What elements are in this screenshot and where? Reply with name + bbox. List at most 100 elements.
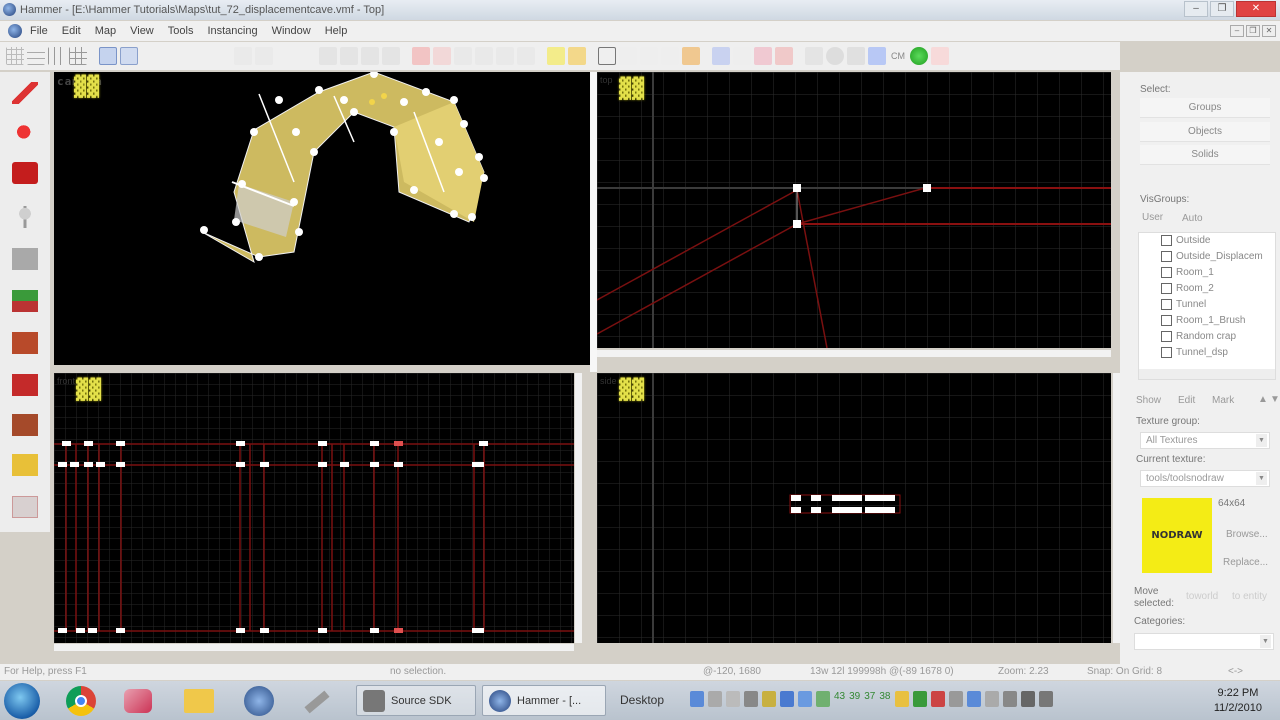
clip-icon[interactable]: [454, 47, 472, 65]
visgroup-up-arrow-icon[interactable]: ▲: [1258, 394, 1268, 405]
menu-edit[interactable]: Edit: [62, 25, 81, 37]
visgroup-down-arrow-icon[interactable]: ▼: [1270, 394, 1280, 405]
task-hammer[interactable]: Hammer - [...: [482, 685, 606, 716]
visgroup-mark-button[interactable]: Mark: [1212, 395, 1234, 406]
top-viewport-hscroll[interactable]: [597, 350, 1111, 357]
cut-icon[interactable]: [319, 47, 337, 65]
redo-icon[interactable]: [255, 47, 273, 65]
menu-file[interactable]: File: [30, 25, 48, 37]
texture-scale-lock-icon[interactable]: [568, 47, 586, 65]
start-button[interactable]: [4, 683, 40, 719]
sound-icon[interactable]: [826, 47, 844, 65]
tray-icon[interactable]: [780, 691, 794, 707]
transform-icon[interactable]: [517, 47, 535, 65]
restore-button[interactable]: ❐: [1210, 1, 1234, 17]
tool-icon[interactable]: [304, 686, 344, 716]
hollow-icon[interactable]: [433, 47, 451, 65]
visgroup-item[interactable]: Room_1_Brush: [1161, 315, 1245, 326]
cubemap-label[interactable]: CM: [891, 51, 905, 61]
document-icon[interactable]: [8, 24, 22, 38]
run-map-icon[interactable]: [775, 47, 793, 65]
visgroup-checkbox[interactable]: [1161, 331, 1172, 342]
tray-icon[interactable]: [1020, 691, 1035, 707]
tray-icon[interactable]: [726, 691, 740, 707]
copy-icon[interactable]: [340, 47, 358, 65]
compile-icon[interactable]: [712, 47, 730, 65]
green-sphere-icon[interactable]: [910, 47, 928, 65]
side-viewport-vscroll[interactable]: [1113, 373, 1120, 643]
visgroup-hscroll[interactable]: [1139, 369, 1275, 379]
grid-3d-icon[interactable]: [27, 47, 45, 65]
visgroup-checkbox[interactable]: [1161, 347, 1172, 358]
overlay-icon[interactable]: [847, 47, 865, 65]
tray-icon[interactable]: [798, 691, 812, 707]
ungroup-icon[interactable]: [120, 47, 138, 65]
to-entity-button[interactable]: to entity: [1232, 591, 1267, 602]
path-tool[interactable]: [6, 490, 44, 524]
flip-icon[interactable]: [496, 47, 514, 65]
models-icon[interactable]: [805, 47, 823, 65]
displacement-icon[interactable]: [682, 47, 700, 65]
volume-icon[interactable]: [1038, 691, 1053, 707]
mdi-close-button[interactable]: ✕: [1262, 25, 1276, 37]
visgroups-tab-user[interactable]: User: [1142, 212, 1163, 223]
paste-icon[interactable]: [361, 47, 379, 65]
menu-map[interactable]: Map: [95, 25, 116, 37]
visgroup-checkbox[interactable]: [1161, 299, 1172, 310]
camera-viewport-divider[interactable]: [590, 72, 597, 372]
mdi-minimize-button[interactable]: –: [1230, 25, 1244, 37]
to-world-button[interactable]: toworld: [1186, 591, 1218, 602]
show-icon[interactable]: [661, 47, 679, 65]
apply-texture-tool[interactable]: [6, 326, 44, 360]
selection-tool[interactable]: [6, 76, 44, 110]
browse-button[interactable]: Browse...: [1226, 529, 1268, 540]
texture-lock-icon[interactable]: [547, 47, 565, 65]
visgroup-checkbox[interactable]: [1161, 283, 1172, 294]
visgroups-tab-auto[interactable]: Auto: [1182, 213, 1203, 224]
visgroup-checkbox[interactable]: [1161, 267, 1172, 278]
visgroup-item[interactable]: Room_2: [1161, 283, 1214, 294]
bounding-box-icon[interactable]: [598, 47, 616, 65]
front-viewport-hscroll[interactable]: [54, 644, 574, 651]
menu-help[interactable]: Help: [325, 25, 348, 37]
clipping-tool[interactable]: [6, 448, 44, 482]
tray-icon[interactable]: [762, 691, 776, 707]
block-tool[interactable]: [6, 242, 44, 276]
visgroup-show-button[interactable]: Show: [1136, 395, 1161, 406]
select-solids-button[interactable]: Solids: [1140, 145, 1270, 165]
select-objects-button[interactable]: Objects: [1140, 122, 1270, 142]
task-source-sdk[interactable]: Source SDK: [356, 685, 476, 716]
folder-icon[interactable]: [184, 686, 224, 716]
magnify-tool[interactable]: [6, 116, 44, 150]
tray-icon[interactable]: [708, 691, 722, 707]
steam-icon[interactable]: [244, 686, 284, 716]
visgroup-item[interactable]: Tunnel_dsp: [1161, 347, 1228, 358]
visgroup-item[interactable]: Outside: [1161, 235, 1210, 246]
tray-icon[interactable]: [984, 691, 999, 707]
front-viewport[interactable]: ▓▓ front: [54, 373, 574, 643]
tray-icon[interactable]: [690, 691, 704, 707]
draw-icon[interactable]: [931, 47, 949, 65]
snap-grid-icon[interactable]: [6, 47, 24, 65]
visgroup-checkbox[interactable]: [1161, 251, 1172, 262]
toggle-icon[interactable]: [868, 47, 886, 65]
tray-icon[interactable]: [744, 691, 758, 707]
undo-icon[interactable]: [234, 47, 252, 65]
menu-tools[interactable]: Tools: [168, 25, 194, 37]
paste-special-icon[interactable]: [382, 47, 400, 65]
tray-icon[interactable]: [816, 691, 830, 707]
cordon-icon[interactable]: [619, 47, 637, 65]
front-viewport-vscroll[interactable]: [575, 373, 582, 643]
visgroup-checkbox[interactable]: [1161, 315, 1172, 326]
network-icon[interactable]: [1002, 691, 1017, 707]
visgroup-item[interactable]: Tunnel: [1161, 299, 1206, 310]
camera-tool[interactable]: [6, 156, 44, 190]
hash-grid-icon[interactable]: [69, 47, 87, 65]
mdi-restore-button[interactable]: ❐: [1246, 25, 1260, 37]
carve-icon[interactable]: [412, 47, 430, 65]
texture-tool[interactable]: [6, 284, 44, 318]
group-icon[interactable]: [99, 47, 117, 65]
chrome-icon[interactable]: [66, 686, 106, 716]
tray-icon[interactable]: [948, 691, 963, 707]
minimize-button[interactable]: –: [1184, 1, 1208, 17]
